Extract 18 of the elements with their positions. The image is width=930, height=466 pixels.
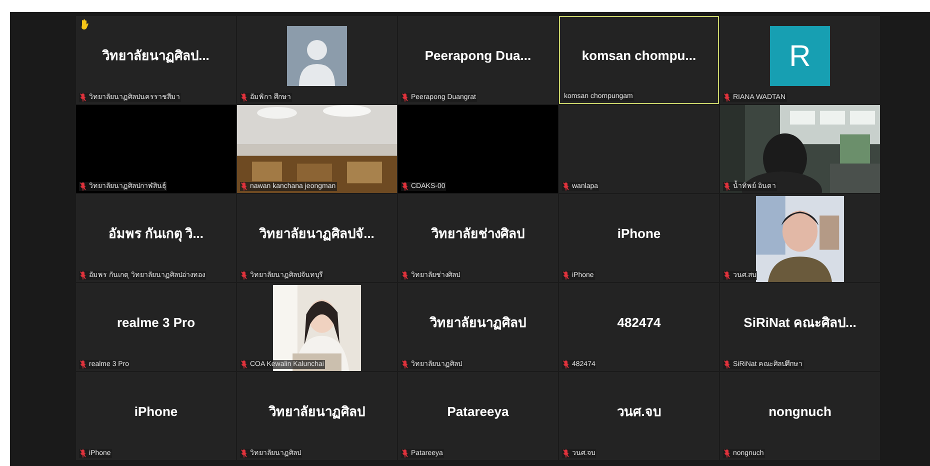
participant-name: วิทยาลัยนาฏศิลป [430,314,526,332]
participant-name: 482474 [617,314,661,332]
participant-name: วิทยาลัยช่างศิลป [432,225,524,244]
participant-name: วิทยาลัยนาฏศิลป [269,403,365,422]
letter-avatar: R [770,26,830,86]
participant-name: realme 3 Pro [116,314,196,332]
participant-name: komsan chompu... [582,47,696,66]
participant-name: อัมพร กันเกตุ วิ... [108,225,204,244]
participant-name: nongnuch [768,403,832,422]
participant-name: วนศ.จบ [617,403,661,422]
participant-name: iPhone [617,225,661,244]
participant-name: Patareeya [447,403,509,422]
participant-name: วิทยาลัยนาฏศิลป... [102,47,210,66]
user-silhouette-icon [287,26,347,86]
participant-name: Peerapong Dua... [424,47,532,66]
participant-name: วิทยาลัยนาฏศิลปจั... [260,225,374,244]
participant-name: iPhone [134,403,178,422]
participant-name: SiRiNat คณะศิลป... [744,314,856,332]
